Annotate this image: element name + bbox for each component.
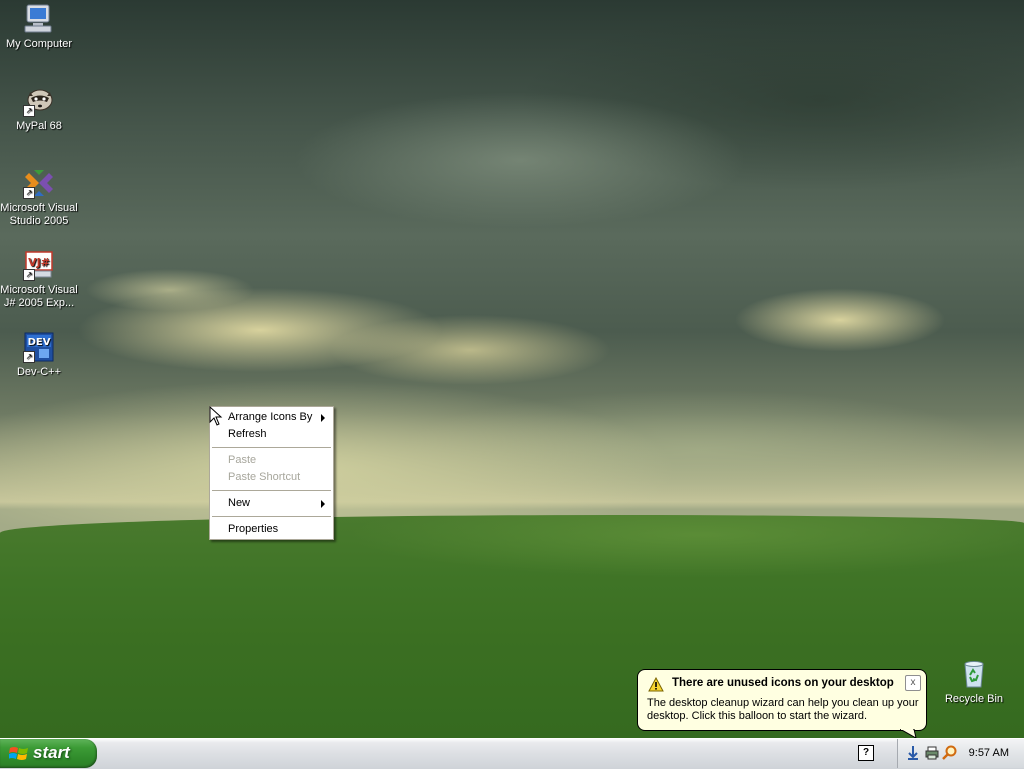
windows-logo-icon bbox=[8, 745, 29, 766]
network-icon[interactable] bbox=[905, 745, 921, 761]
search-icon[interactable] bbox=[942, 745, 958, 761]
shortcut-arrow-icon: ↗ bbox=[23, 269, 35, 281]
help-tray-icon[interactable]: ? bbox=[858, 745, 874, 761]
desktop-icon-mypal[interactable]: ↗ MyPal 68 bbox=[0, 85, 78, 133]
computer-icon bbox=[23, 3, 55, 35]
desktop-icon-visual-studio[interactable]: ↗ Microsoft Visual Studio 2005 bbox=[0, 167, 78, 228]
clock[interactable]: 9:57 AM bbox=[969, 747, 1009, 759]
balloon-close-button[interactable]: x bbox=[905, 675, 921, 691]
visual-jsharp-icon: VJ# ↗ bbox=[23, 249, 55, 281]
menu-item-new[interactable]: New bbox=[210, 495, 333, 512]
desktop-icon-my-computer[interactable]: My Computer bbox=[0, 3, 78, 51]
recycle-bin-icon bbox=[958, 658, 990, 690]
mouse-cursor-icon bbox=[209, 406, 223, 426]
menu-separator bbox=[212, 447, 331, 448]
balloon-body: The desktop cleanup wizard can help you … bbox=[647, 697, 919, 722]
warning-icon bbox=[648, 676, 664, 695]
desktop-icon-visual-jsharp[interactable]: VJ# ↗ Microsoft Visual J# 2005 Exp... bbox=[0, 249, 78, 310]
shortcut-arrow-icon: ↗ bbox=[23, 105, 35, 117]
submenu-arrow-icon bbox=[321, 414, 325, 422]
shortcut-arrow-icon: ↗ bbox=[23, 351, 35, 363]
visual-studio-icon: ↗ bbox=[23, 167, 55, 199]
menu-item-properties[interactable]: Properties bbox=[210, 521, 333, 538]
printer-icon[interactable] bbox=[924, 745, 940, 761]
menu-item-paste-shortcut: Paste Shortcut bbox=[228, 471, 301, 483]
menu-item-paste: Paste bbox=[228, 454, 257, 466]
mypal-raccoon-icon: ↗ bbox=[23, 85, 55, 117]
desktop-icon-recycle-bin[interactable]: Recycle Bin bbox=[935, 658, 1013, 706]
dev-cpp-icon: DEV ↗ bbox=[23, 331, 55, 363]
submenu-arrow-icon bbox=[321, 500, 325, 508]
desktop[interactable]: My Computer ↗ MyPal 68 ↗ Microsoft Visua… bbox=[0, 0, 1024, 738]
menu-separator bbox=[212, 516, 331, 517]
start-button[interactable]: start bbox=[0, 739, 97, 768]
svg-text:DEV: DEV bbox=[28, 337, 51, 348]
menu-item-refresh[interactable]: Refresh bbox=[210, 426, 333, 443]
menu-item-arrange-icons-by[interactable]: Arrange Icons By bbox=[210, 409, 333, 426]
cleanup-notification-balloon[interactable]: There are unused icons on your desktop x… bbox=[637, 669, 927, 731]
shortcut-arrow-icon: ↗ bbox=[23, 187, 35, 199]
desktop-icon-dev-cpp[interactable]: DEV ↗ Dev-C++ bbox=[0, 331, 78, 379]
menu-separator bbox=[212, 490, 331, 491]
balloon-title: There are unused icons on your desktop bbox=[672, 677, 894, 689]
desktop-context-menu: Arrange Icons By Refresh Paste Paste Sho… bbox=[209, 406, 334, 540]
svg-text:VJ#: VJ# bbox=[28, 256, 50, 269]
